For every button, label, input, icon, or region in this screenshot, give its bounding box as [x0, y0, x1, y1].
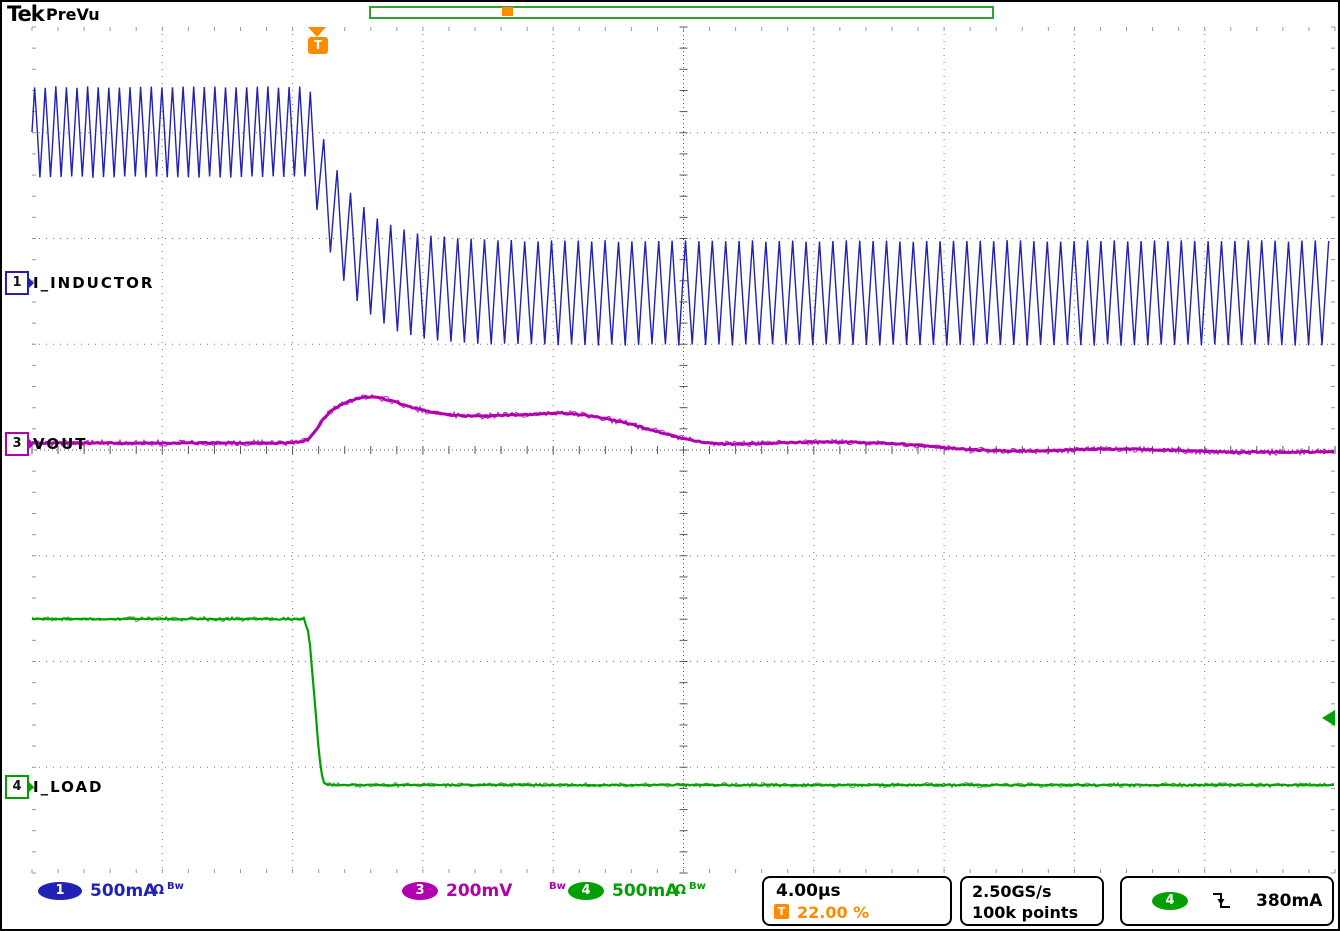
trigger-position-flag: T [308, 37, 328, 54]
trigger-level-value: 380mA [1256, 891, 1322, 911]
ch3-badge: 3 [402, 882, 438, 900]
acquisition-settings-box: 2.50GS/s 100k points [960, 876, 1104, 926]
ch1-scale: 500mA [90, 881, 156, 901]
ch1-label: I_INDUCTOR [33, 274, 154, 292]
record-length: 100k points [972, 903, 1078, 922]
trigger-position-icon: T [774, 904, 789, 919]
ch3-bandwidth-icon: Bw [549, 881, 566, 892]
trigger-level-arrow-icon [1322, 710, 1335, 726]
trigger-position-arrow-icon [308, 27, 326, 37]
ch3-position-marker: 3 [5, 432, 29, 456]
ch4-label: I_LOAD [33, 778, 104, 796]
trigger-position-percent: 22.00 % [797, 903, 869, 922]
trigger-source-badge: 4 [1152, 892, 1188, 910]
status-bar: 1 500mA Ω Bw 3 200mV Bw 4 500mA Ω Bw 4.0… [2, 875, 1338, 931]
ch4-coupling-icon: Ω [675, 883, 686, 898]
falling-edge-icon [1210, 891, 1232, 911]
horizontal-settings-box: 4.00µs T 22.00 % [762, 876, 952, 926]
scope-screen: Tek PreVu T 1 3 4 I_INDUCTOR VOUT I_LOAD… [0, 0, 1340, 931]
ch4-bandwidth-icon: Bw [689, 881, 706, 892]
ch1-bandwidth-icon: Bw [167, 881, 184, 892]
ch1-coupling-icon: Ω [153, 883, 164, 898]
ch4-scale: 500mA [612, 881, 678, 901]
ch4-badge: 4 [568, 882, 604, 900]
ch4-position-marker: 4 [5, 775, 29, 799]
ch1-badge: 1 [38, 882, 82, 900]
ch1-position-marker: 1 [5, 271, 29, 295]
waveform-display [2, 2, 1340, 931]
ch3-scale: 200mV [446, 881, 512, 901]
sample-rate: 2.50GS/s [972, 882, 1052, 901]
ch3-label: VOUT [33, 435, 88, 453]
trigger-settings-box: 4 380mA [1120, 876, 1334, 926]
timebase-value: 4.00µs [776, 881, 841, 901]
